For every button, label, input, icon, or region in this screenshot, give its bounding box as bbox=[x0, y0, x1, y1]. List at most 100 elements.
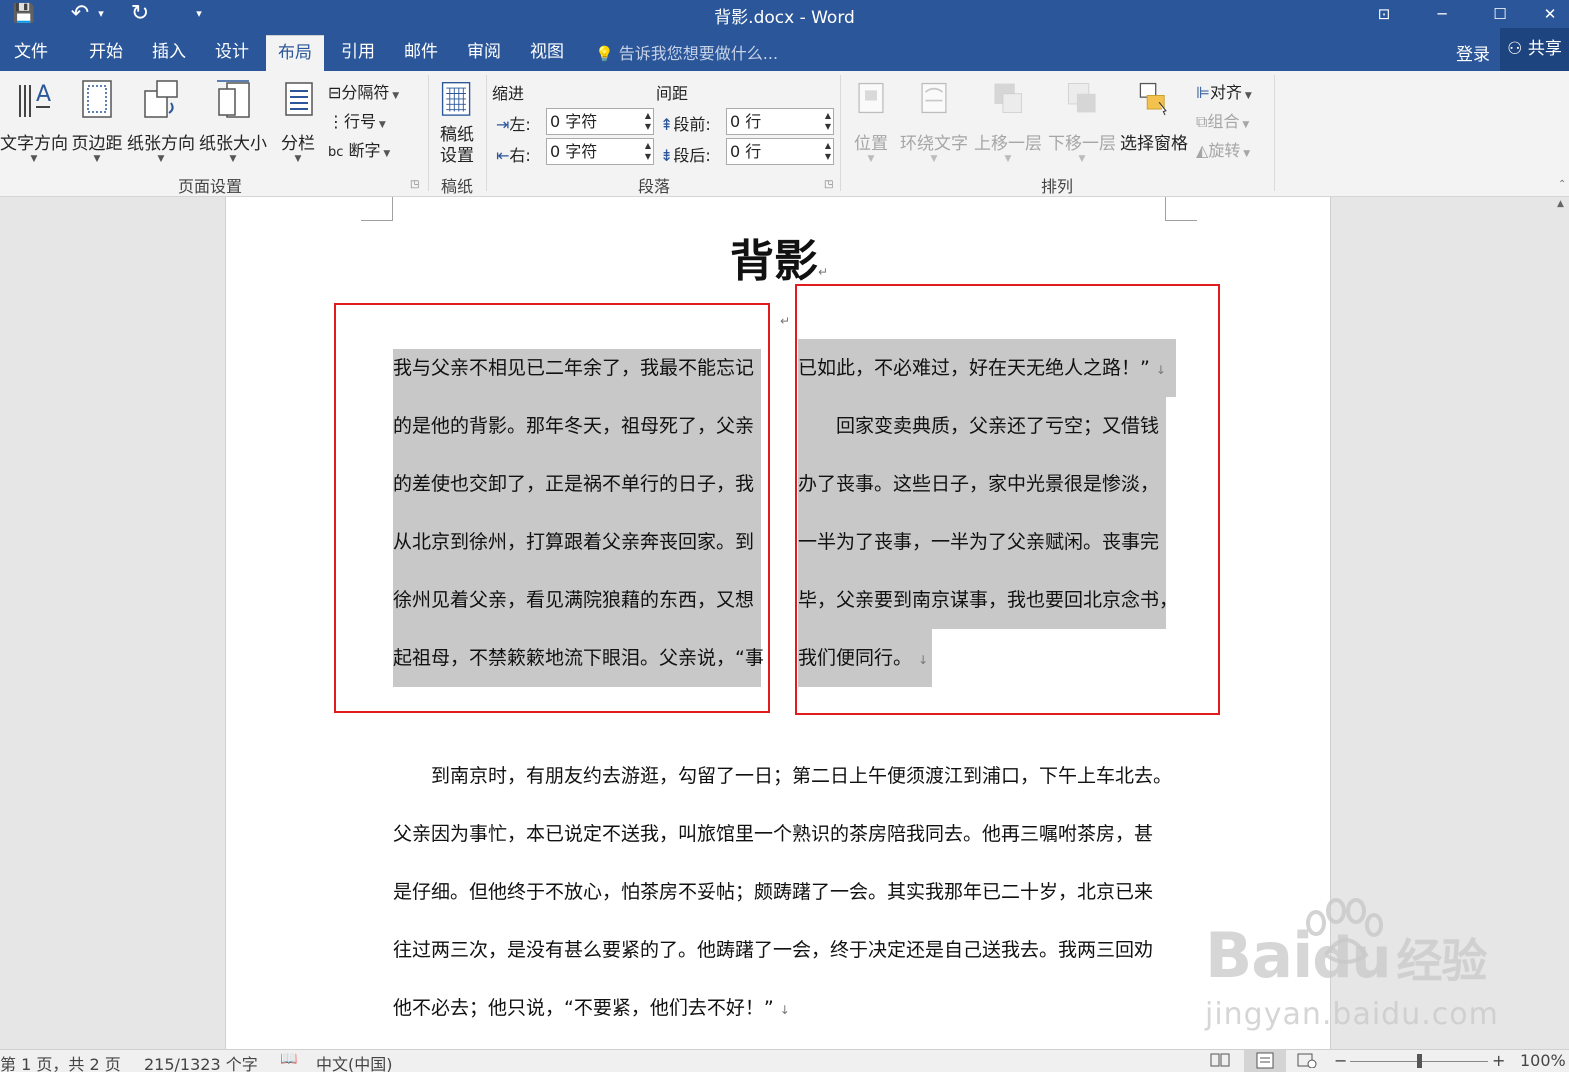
bring-forward-label: 上移一层 bbox=[974, 134, 1042, 154]
breaks-button[interactable]: ⊟分隔符 ▼ bbox=[328, 79, 399, 103]
spacing-after-label: ⇟段后: bbox=[660, 146, 711, 165]
proofing-icon[interactable]: 📖 bbox=[280, 1051, 297, 1067]
manuscript-icon bbox=[441, 82, 471, 116]
body-line[interactable]: 到南京时，有朋友约去游逛，勾留了一日；第二日上午便须渡江到浦口，下午上车北去。 bbox=[393, 757, 1172, 795]
share-button[interactable]: ⚇ 共享 bbox=[1500, 28, 1569, 71]
bring-forward-button[interactable]: 上移一层 ▼ bbox=[972, 77, 1044, 164]
sign-in-link[interactable]: 登录 bbox=[1456, 40, 1490, 65]
size-label: 纸张大小 bbox=[199, 134, 267, 154]
hyphenation-label: 断字 bbox=[348, 141, 381, 160]
manuscript-settings-button[interactable]: 稿纸 设置 bbox=[434, 77, 480, 167]
columns-label: 分栏 bbox=[281, 134, 315, 154]
paragraph-dialog-launcher-icon[interactable]: ◳ bbox=[824, 179, 833, 190]
zoom-slider-thumb[interactable] bbox=[1417, 1054, 1422, 1068]
columns-icon bbox=[285, 82, 313, 116]
language-indicator[interactable]: 中文(中国) bbox=[316, 1051, 393, 1072]
selection-pane-button[interactable]: 选择窗格 bbox=[1118, 77, 1190, 154]
ribbon-display-options-icon[interactable]: ⊡ bbox=[1364, 0, 1404, 28]
chevron-down-icon: ▼ bbox=[1004, 154, 1012, 164]
align-label: 对齐 bbox=[1209, 83, 1242, 102]
page-setup-dialog-launcher-icon[interactable]: ◳ bbox=[410, 179, 419, 190]
body-line[interactable]: 父亲因为事忙，本已说定不送我，叫旅馆里一个熟识的茶房陪我同去。他再三嘱咐茶房，甚 bbox=[393, 815, 1153, 853]
tell-me-text: 告诉我您想要做什么... bbox=[618, 44, 779, 63]
collapse-ribbon-icon[interactable]: ⌃ bbox=[1558, 179, 1566, 190]
web-layout-icon[interactable] bbox=[1296, 1052, 1318, 1072]
hyphenation-button[interactable]: bc 断字 ▼ bbox=[328, 137, 390, 161]
selection-pane-icon bbox=[1139, 82, 1167, 116]
group-icon: ⧉ bbox=[1196, 112, 1208, 131]
zoom-in-button[interactable]: + bbox=[1492, 1051, 1505, 1070]
crop-mark bbox=[361, 197, 393, 221]
wrap-text-icon bbox=[921, 82, 947, 114]
chevron-down-icon: ▼ bbox=[867, 154, 875, 164]
spinner-arrows-icon[interactable]: ▲ ▼ bbox=[645, 140, 651, 162]
minimize-icon[interactable]: ─ bbox=[1422, 0, 1462, 28]
tab-design[interactable]: 设计 bbox=[203, 35, 261, 71]
spacing-after-spinner[interactable]: 0 行 ▲ ▼ bbox=[726, 138, 834, 165]
spacing-before-value: 0 行 bbox=[730, 112, 762, 131]
word-count[interactable]: 215/1323 个字 bbox=[144, 1051, 258, 1072]
wrap-text-button[interactable]: 环绕文字 ▼ bbox=[898, 77, 970, 164]
body-line[interactable]: 往过两三次，是没有甚么要紧的了。他踌躇了一会，终于决定还是自己送我去。我两三回劝 bbox=[393, 931, 1153, 969]
send-backward-button[interactable]: 下移一层 ▼ bbox=[1046, 77, 1118, 164]
paragraph-group-label: 段落 bbox=[637, 177, 670, 196]
paper-size-icon bbox=[217, 80, 250, 118]
watermark-paw-icon bbox=[1306, 898, 1383, 964]
spinner-arrows-icon[interactable]: ▲ ▼ bbox=[825, 140, 831, 162]
line-numbers-icon: ⋮ bbox=[328, 112, 344, 131]
scroll-up-icon[interactable]: ▲ bbox=[1557, 199, 1564, 209]
line-break-mark: ↓ bbox=[779, 1003, 790, 1017]
indent-right-spinner[interactable]: 0 字符 ▲ ▼ bbox=[546, 138, 654, 165]
zoom-out-button[interactable]: − bbox=[1334, 1051, 1347, 1070]
tell-me-search[interactable]: 💡 告诉我您想要做什么... bbox=[595, 40, 778, 64]
body-line[interactable]: 是仔细。但他终于不放心，怕茶房不妥帖；颇踌躇了一会。其实我那年已二十岁，北京已来 bbox=[393, 873, 1153, 911]
spacing-before-spinner[interactable]: 0 行 ▲ ▼ bbox=[726, 108, 834, 135]
body-line[interactable]: 他不必去；他只说，“不要紧，他们去不好！” ↓ bbox=[393, 989, 790, 1027]
group-button[interactable]: ⧉组合 ▼ bbox=[1196, 108, 1249, 132]
position-label: 位置 bbox=[854, 134, 888, 154]
annotation-box-left bbox=[334, 303, 770, 713]
window-title: 背影.docx - Word bbox=[714, 8, 855, 28]
rotate-icon: ◭ bbox=[1196, 141, 1209, 160]
position-button[interactable]: 位置 ▼ bbox=[848, 77, 894, 164]
breaks-label: 分隔符 bbox=[341, 83, 390, 102]
page-setup-group-label: 页面设置 bbox=[177, 177, 242, 196]
text-direction-label: 文字方向 bbox=[0, 134, 68, 154]
line-numbers-button[interactable]: ⋮行号 ▼ bbox=[328, 108, 386, 132]
tab-insert[interactable]: 插入 bbox=[140, 35, 198, 71]
tab-review[interactable]: 审阅 bbox=[455, 35, 513, 71]
align-button[interactable]: ⊫对齐 ▼ bbox=[1196, 79, 1252, 103]
line-numbers-label: 行号 bbox=[344, 112, 377, 131]
tab-view[interactable]: 视图 bbox=[518, 35, 576, 71]
tab-layout[interactable]: 布局 bbox=[266, 35, 324, 71]
text-direction-button[interactable]: A 文字方向 ▼ bbox=[0, 77, 68, 164]
rotate-button[interactable]: ◭旋转 ▼ bbox=[1196, 137, 1250, 161]
group-label: 组合 bbox=[1207, 112, 1240, 131]
margins-button[interactable]: 页边距 ▼ bbox=[68, 77, 126, 164]
close-icon[interactable]: ✕ bbox=[1530, 0, 1569, 28]
maximize-icon[interactable]: ☐ bbox=[1480, 0, 1520, 28]
spinner-arrows-icon[interactable]: ▲ ▼ bbox=[645, 110, 651, 132]
spinner-arrows-icon[interactable]: ▲ ▼ bbox=[825, 110, 831, 132]
selection-pane-label: 选择窗格 bbox=[1120, 134, 1188, 154]
size-button[interactable]: 纸张大小 ▼ bbox=[198, 77, 268, 164]
print-layout-icon[interactable] bbox=[1244, 1050, 1286, 1072]
indent-left-spinner[interactable]: 0 字符 ▲ ▼ bbox=[546, 108, 654, 135]
page-count[interactable]: 第 1 页，共 2 页 bbox=[0, 1051, 121, 1072]
tab-mailings[interactable]: 邮件 bbox=[392, 35, 450, 71]
document-page[interactable]: 背影↵ ↵ 我与父亲不相见已二年余了，我最不能忘记 的是他的背影。那年冬天，祖母… bbox=[225, 197, 1331, 1049]
vertical-scrollbar[interactable]: ▲ bbox=[1553, 197, 1569, 1049]
zoom-level[interactable]: 100% bbox=[1520, 1051, 1566, 1070]
chevron-down-icon: ▼ bbox=[93, 154, 101, 164]
align-icon: ⊫ bbox=[1196, 83, 1210, 102]
tab-home[interactable]: 开始 bbox=[77, 35, 135, 71]
read-mode-icon[interactable] bbox=[1210, 1052, 1230, 1072]
columns-button[interactable]: 分栏 ▼ bbox=[276, 77, 320, 164]
tab-references[interactable]: 引用 bbox=[329, 35, 387, 71]
position-icon bbox=[858, 82, 884, 114]
group-separator bbox=[840, 75, 841, 191]
watermark-url: jingyan.baidu.com bbox=[1205, 997, 1499, 1032]
person-icon: ⚇ bbox=[1507, 39, 1523, 59]
tab-file[interactable]: 文件 bbox=[2, 35, 60, 71]
orientation-button[interactable]: 纸张方向 ▼ bbox=[126, 77, 196, 164]
